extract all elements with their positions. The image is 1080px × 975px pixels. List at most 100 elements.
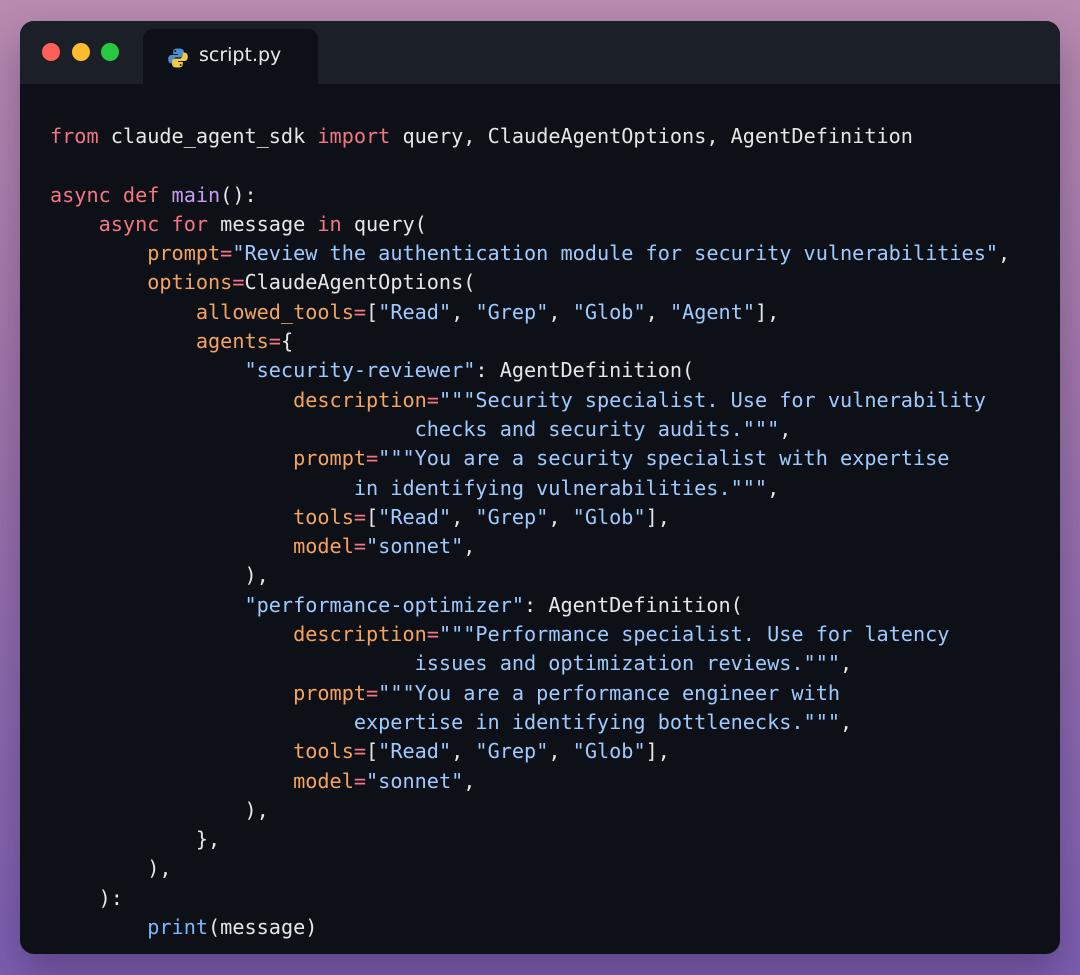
code-line: checks and security audits.""", [50,415,1010,444]
code-string: "Grep" [475,299,549,324]
code-text: }, [50,827,221,852]
code-text: (message) [208,915,318,940]
code-parameter: description [293,387,427,412]
code-line: ): [50,884,1010,913]
code-string: "Grep" [475,504,549,529]
code-parameter: prompt [147,241,221,266]
close-button[interactable] [42,43,60,61]
code-text: message [208,211,318,236]
code-parameter: prompt [293,446,367,471]
code-parameter: description [293,622,427,647]
code-text: , [463,534,476,559]
code-text: query, ClaudeAgentOptions, AgentDefiniti… [390,124,913,148]
code-text: , [548,504,573,529]
code-keyword: async for [98,211,209,236]
code-string: "sonnet" [366,768,464,793]
maximize-button[interactable] [101,43,119,61]
code-line: agents={ [50,327,1010,356]
code-string: "sonnet" [366,534,464,559]
code-text: ClaudeAgentOptions( [244,270,476,295]
code-keyword: = [268,329,281,354]
code-text: , [548,739,573,764]
code-text: , [779,416,792,441]
code-text: , [463,768,476,793]
code-text: , [840,709,853,734]
code-keyword: = [426,622,439,647]
code-keyword: = [426,387,439,412]
code-line: print(message) [50,913,1010,942]
code-text: ], [645,504,670,529]
code-line: allowed_tools=["Read", "Grep", "Glob", "… [50,298,1010,327]
code-parameter: model [293,768,354,793]
code-keyword: = [353,534,367,559]
code-text: ), [50,797,269,822]
code-string: "Agent" [669,299,756,324]
code-text: ), [50,563,269,588]
code-text: , [767,475,780,500]
code-line: }, [50,825,1010,854]
code-text: , [451,299,476,324]
code-line: "security-reviewer": AgentDefinition( [50,356,1010,385]
code-line: prompt="Review the authentication module… [50,239,1010,268]
code-string: checks and security audits.""" [50,416,780,441]
code-line: async for message in query( [50,210,1010,239]
code-parameter: options [147,270,233,295]
code-keyword: in [317,211,342,236]
code-line: async def main(): [50,181,1010,210]
code-string: in identifying vulnerabilities.""" [50,475,768,500]
code-text: , [840,651,853,676]
code-editor[interactable]: from claude_agent_sdk import query, Clau… [50,122,1010,942]
code-text: : AgentDefinition( [475,358,695,383]
code-line: in identifying vulnerabilities.""", [50,474,1010,503]
code-string: "Grep" [475,739,549,764]
code-string: "Read" [378,739,452,764]
code-function-name: main [171,182,221,207]
code-keyword: = [220,241,233,266]
code-string: """Performance specialist. Use for laten… [438,622,950,647]
code-text: , [998,241,1011,266]
code-keyword: = [353,299,367,324]
python-icon [167,47,189,69]
code-parameter: tools [293,739,354,764]
code-text: ), [50,856,172,881]
code-parameter: agents [195,329,269,354]
code-parameter: prompt [293,680,367,705]
code-string: "Review the authentication module for se… [232,241,999,266]
code-string: "performance-optimizer" [244,592,525,617]
tab-script-py[interactable]: script.py [143,29,318,84]
code-text: , [451,739,476,764]
code-text: (): [220,182,257,207]
code-string: expertise in identifying bottlenecks.""" [50,709,841,734]
code-line: model="sonnet", [50,767,1010,796]
code-line: ), [50,854,1010,883]
code-string: "security-reviewer" [244,358,476,383]
code-string: "Glob" [572,299,646,324]
code-keyword: from [50,124,99,148]
code-text: , [451,504,476,529]
code-string: """You are a security specialist with ex… [378,446,950,471]
code-keyword: = [353,504,367,529]
code-parameter: tools [293,504,354,529]
code-keyword: = [232,270,245,295]
code-string: "Glob" [572,504,646,529]
tab-label: script.py [199,44,282,66]
code-line: options=ClaudeAgentOptions( [50,268,1010,297]
code-text: , [645,299,670,324]
minimize-button[interactable] [72,43,90,61]
code-line: expertise in identifying bottlenecks."""… [50,708,1010,737]
code-text: claude_agent_sdk [98,124,318,148]
code-text: ], [755,299,780,324]
code-text: : AgentDefinition( [524,592,743,617]
